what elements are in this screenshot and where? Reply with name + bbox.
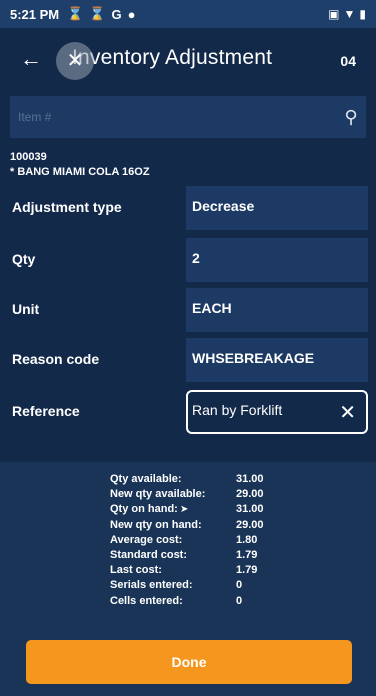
summary-value: 0 (236, 579, 243, 592)
summary-value: 1.79 (236, 549, 258, 562)
summary-value: 29.00 (236, 518, 264, 531)
app-bar: ← Inventory Adjustment ✕ 04 (0, 28, 376, 90)
nfc-icon: ▣ (328, 7, 340, 21)
summary-label: New qty on hand: (110, 518, 202, 531)
battery-icon: ▮ (359, 7, 366, 21)
summary-label: Qty available: (110, 473, 182, 485)
status-time: 5:21 PM (10, 6, 60, 22)
search-icon[interactable]: ⚲ (336, 107, 366, 128)
qty-field[interactable]: 2 (186, 238, 368, 282)
summary-label: Qty on hand: (110, 503, 178, 516)
unit-field[interactable]: EACH (186, 288, 368, 332)
wifi-icon: ▼ (343, 7, 356, 21)
summary-row: New qty on hand: 29.00 (110, 518, 296, 533)
summary-label: New qty available: (110, 488, 206, 501)
summary-row: Qty available: 31.00 (110, 472, 296, 487)
summary-row: Standard cost: 1.79 (110, 548, 296, 563)
clear-icon[interactable]: ✕ (339, 400, 356, 425)
summary-row: Average cost: 1.80 (110, 533, 296, 548)
summary-row: Serials entered: 0 (110, 578, 296, 593)
summary-label: Cells entered: (110, 594, 183, 607)
qty-row: Qty 2 (0, 238, 376, 282)
hourglass-icon: ⌛ (89, 6, 106, 21)
summary-value: 1.79 (236, 564, 258, 577)
summary-row: Last cost: 1.79 (110, 563, 296, 578)
status-right-icons: ▣ ▼ ▮ (328, 7, 366, 21)
item-description: * BANG MIAMI COLA 16OZ (10, 166, 150, 178)
adjustment-type-field[interactable]: Decrease (186, 186, 368, 230)
item-search-box: ⚲ (10, 96, 366, 138)
back-arrow-icon[interactable]: ← (16, 44, 46, 74)
hourglass-icon: ⌛ (67, 6, 84, 21)
item-code: 100039 (10, 151, 47, 163)
unit-label: Unit (12, 301, 40, 317)
summary-value: 0 (236, 594, 243, 607)
summary-table: Qty available: 31.00 New qty available: … (110, 472, 296, 609)
adjustment-type-row: Adjustment type Decrease (0, 186, 376, 230)
reference-value: Ran by Forklift (192, 402, 283, 418)
status-bar: 5:21 PM ⌛ ⌛ G ● ▣ ▼ ▮ (0, 0, 376, 28)
summary-label: Serials entered: (110, 579, 193, 592)
qty-label: Qty (12, 251, 36, 267)
summary-value: 29.00 (236, 488, 264, 501)
mouse-cursor-icon: ➤ (180, 504, 189, 515)
summary-row: Cells entered: 0 (110, 594, 296, 609)
summary-row: Qty on hand: 31.00 (110, 502, 296, 517)
page-title: Inventory Adjustment (72, 46, 273, 69)
reference-label: Reference (12, 403, 80, 419)
summary-label: Standard cost: (110, 549, 188, 562)
reason-code-row: Reason code WHSEBREAKAGE (0, 338, 376, 382)
summary-value: 31.00 (236, 473, 264, 485)
item-info: 100039 * BANG MIAMI COLA 16OZ (10, 150, 150, 180)
reason-code-label: Reason code (12, 351, 100, 367)
reference-row: Reference Ran by Forklift ✕ (0, 390, 376, 434)
reference-field[interactable]: Ran by Forklift ✕ (186, 390, 368, 434)
google-icon: G (111, 6, 122, 22)
adjustment-type-label: Adjustment type (12, 199, 122, 215)
reason-code-field[interactable]: WHSEBREAKAGE (186, 338, 368, 382)
unit-row: Unit EACH (0, 288, 376, 332)
summary-value: 31.00 (236, 503, 264, 516)
store-number: 04 (340, 53, 356, 69)
summary-value: 1.80 (236, 533, 258, 546)
close-overlay-icon[interactable]: ✕ (56, 42, 94, 80)
circle-icon: ● (127, 6, 136, 22)
summary-label: Last cost: (110, 564, 162, 577)
summary-label: Average cost: (110, 533, 183, 546)
summary-row: New qty available: 29.00 (110, 487, 296, 502)
item-number-input[interactable] (10, 110, 336, 124)
done-button[interactable]: Done (26, 640, 352, 684)
